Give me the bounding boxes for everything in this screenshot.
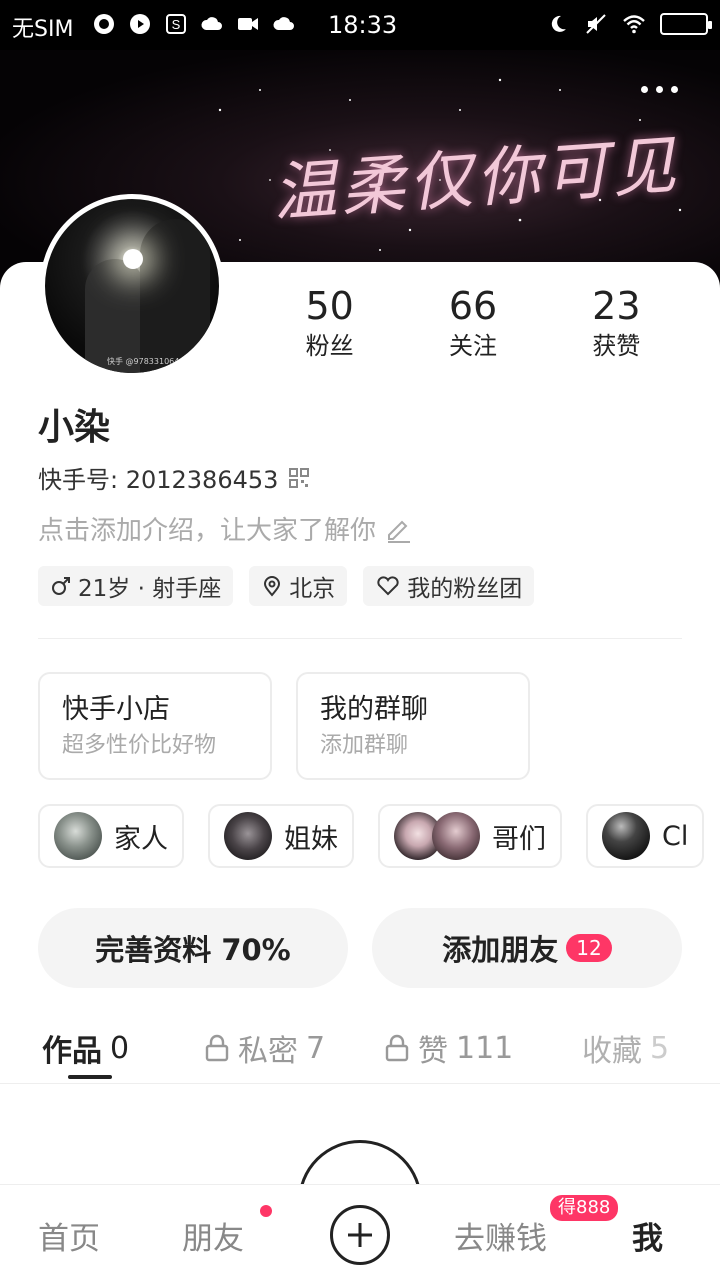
group-family[interactable]: 家人 [38,804,184,868]
qr-code-icon[interactable] [288,467,310,489]
tab-label: 作品 [42,1034,102,1069]
tab-count: 7 [306,1030,326,1066]
group-other[interactable]: Cl [586,804,705,868]
tab-likes[interactable]: 赞 111 [384,1026,513,1070]
unread-dot [260,1205,272,1217]
group-chat-card[interactable]: 我的群聊 添加群聊 [296,672,530,780]
tag-label: 北京 [289,576,336,602]
stat-likes[interactable]: 23 获赞 [545,282,688,362]
add-friends-button[interactable]: 添加朋友 12 [372,908,682,988]
group-label: Cl [662,820,689,852]
active-tab-indicator [68,1075,112,1079]
complete-profile-button[interactable]: 完善资料 70% [38,908,348,988]
card-title: 我的群聊 [320,694,428,725]
button-label: 完善资料 70% [95,933,291,967]
tab-count: 5 [650,1030,670,1066]
tab-private[interactable]: 私密 7 [204,1026,325,1070]
location-pin-icon [264,576,281,597]
avatar [54,812,102,860]
tag-age-zodiac[interactable]: 21岁 · 射手座 [38,566,234,606]
edit-pencil-icon [388,520,411,543]
nav-earn[interactable]: 去赚钱 [454,1213,547,1258]
tab-count: 0 [110,1030,130,1066]
svg-text:S: S [172,17,181,32]
profile-actions: 完善资料 70% 添加朋友 12 [38,908,682,988]
app-notification-icon [94,14,114,34]
tag-location[interactable]: 北京 [249,566,348,606]
tag-fan-club[interactable]: 我的粉丝团 [363,566,535,606]
tab-label: 赞 [418,1034,448,1069]
avatar-stack [394,812,480,860]
divider [38,638,682,639]
stat-following[interactable]: 66 关注 [401,282,544,362]
friend-groups: 家人 姐妹 哥们 Cl [38,804,705,868]
avatar [602,812,650,860]
cloud-icon [273,17,294,30]
group-brothers[interactable]: 哥们 [378,804,562,868]
play-icon [130,14,150,34]
tab-count: 111 [456,1030,514,1066]
nav-home[interactable]: 首页 [38,1213,100,1258]
moon-icon [551,15,566,32]
card-subtitle: 超多性价比好物 [62,733,217,758]
wifi-icon [623,15,645,34]
card-title: 快手小店 [62,694,170,725]
stat-followers[interactable]: 50 粉丝 [258,282,401,362]
carrier-label: 无SIM [12,17,74,42]
stat-value: 66 [448,284,498,328]
stat-value: 23 [592,284,641,328]
tab-label: 私密 [238,1034,298,1069]
male-icon [52,577,70,595]
tag-label: 21岁 · 射手座 [78,576,222,602]
nav-me[interactable]: 我 [632,1213,663,1258]
avatar[interactable]: 快手 @978331064 [40,194,224,378]
stat-label: 粉丝 [305,332,354,360]
kuaishou-id-row[interactable]: 快手号: 2012386453 [38,460,310,495]
mute-icon [586,14,606,34]
add-intro-button[interactable]: 点击添加介绍，让大家了解你 [38,510,412,547]
tag-label: 我的粉丝团 [407,576,523,602]
tab-favorites[interactable]: 收藏 5 [582,1026,669,1070]
avatar [224,812,272,860]
nav-friends[interactable]: 朋友 [182,1213,244,1258]
card-subtitle: 添加群聊 [320,733,409,758]
group-label: 家人 [114,823,168,855]
notification-icons: S [92,12,296,36]
tab-label: 收藏 [582,1034,642,1069]
cloud-icon [201,17,222,30]
create-post-button[interactable] [330,1205,390,1265]
status-bar: 无SIM S 18:33 [0,0,720,50]
video-icon [238,18,258,30]
stat-value: 50 [305,284,354,328]
lock-icon [205,1034,229,1062]
kuaishou-id: 快手号: 2012386453 [38,466,279,494]
heart-icon [377,576,399,596]
avatar [432,812,480,860]
bottom-navigation: 首页 朋友 去赚钱 得888 我 [0,1184,720,1280]
clock: 18:33 [328,11,398,39]
tab-works[interactable]: 作品 0 [42,1026,129,1070]
stat-label: 关注 [448,332,497,360]
more-options-button[interactable] [641,86,678,93]
button-label: 添加朋友 [442,933,559,967]
system-icons [546,12,712,36]
profile-tags: 21岁 · 射手座 北京 我的粉丝团 [38,566,535,606]
intro-placeholder: 点击添加介绍，让大家了解你 [38,516,377,546]
battery-icon [660,13,712,35]
group-label: 哥们 [492,823,546,855]
group-label: 姐妹 [284,823,338,855]
group-sisters[interactable]: 姐妹 [208,804,354,868]
lock-icon [385,1034,409,1062]
stat-label: 获赞 [592,332,641,360]
avatar-watermark: 快手 @978331064 [107,357,180,366]
profile-stats: 50 粉丝 66 关注 23 获赞 [258,282,688,362]
notification-badge: 12 [566,934,612,962]
kuaishou-shop-card[interactable]: 快手小店 超多性价比好物 [38,672,272,780]
earn-badge: 得888 [550,1195,619,1221]
s-app-icon: S [166,14,186,34]
feature-boxes: 快手小店 超多性价比好物 我的群聊 添加群聊 [38,672,530,780]
username: 小染 [38,407,111,448]
